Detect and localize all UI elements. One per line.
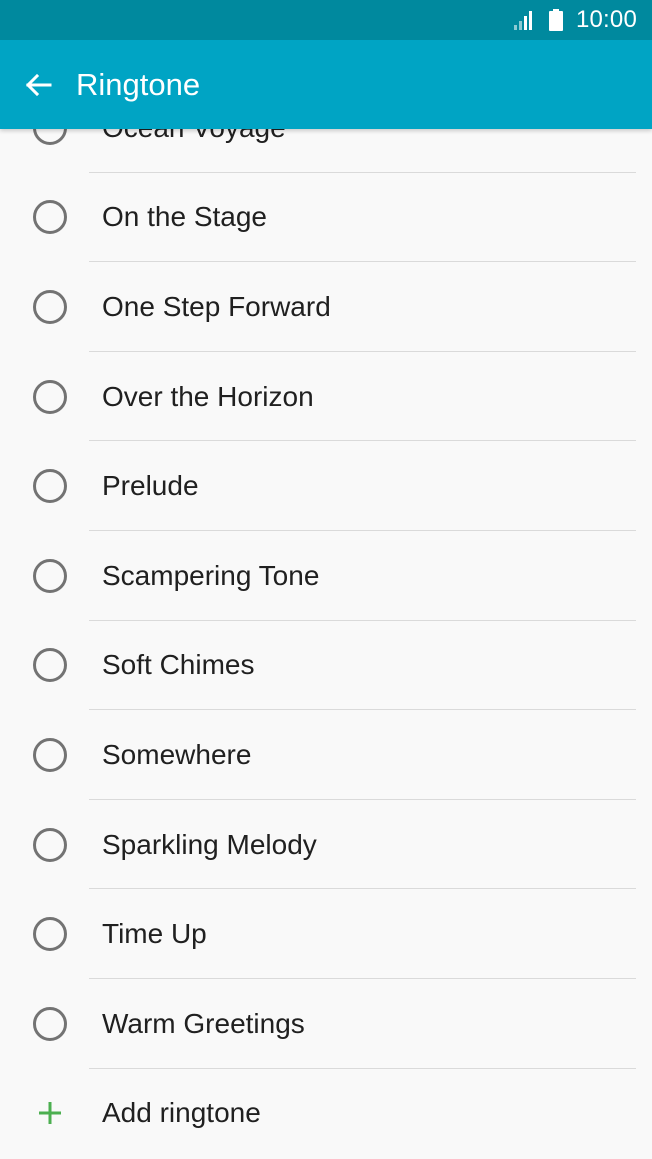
radio-button[interactable] [33,200,67,235]
ringtone-item[interactable]: Scampering Tone [0,531,652,621]
ringtone-item[interactable]: Sparkling Melody [0,800,652,890]
ringtone-label: Over the Horizon [102,380,314,412]
signal-icon [513,11,532,30]
ringtone-item[interactable]: Warm Greetings [0,979,652,1069]
back-button[interactable] [0,40,76,129]
ringtone-label: Prelude [102,470,199,502]
radio-button[interactable] [33,1006,67,1041]
radio-button[interactable] [33,289,67,324]
ringtone-item[interactable]: One Step Forward [0,262,652,352]
ringtone-label: Soft Chimes [102,649,255,681]
radio-button[interactable] [33,827,67,862]
status-time: 10:00 [575,6,637,33]
page-title: Ringtone [76,66,201,102]
radio-button[interactable] [33,917,67,952]
ringtone-item[interactable]: Ocean Voyage [0,129,652,173]
ringtone-item[interactable]: Somewhere [0,710,652,800]
ringtone-label: Sparkling Melody [102,828,317,860]
add-ringtone-label: Add ringtone [102,1097,261,1129]
radio-button[interactable] [33,558,67,593]
ringtone-label: On the Stage [102,201,268,233]
radio-button[interactable] [33,737,67,772]
ringtone-label: Warm Greetings [102,1007,305,1039]
radio-button[interactable] [33,469,67,504]
ringtone-item[interactable]: Time Up [0,889,652,979]
ringtone-item[interactable]: On the Stage [0,173,652,263]
radio-button[interactable] [33,129,67,145]
ringtone-label: Ocean Voyage [102,129,286,144]
ringtone-item[interactable]: Soft Chimes [0,621,652,711]
ringtone-label: Somewhere [102,738,252,770]
arrow-left-icon [25,73,51,96]
add-ringtone-button[interactable]: Add ringtone [0,1069,652,1159]
plus-icon [39,1102,61,1125]
ringtone-list[interactable]: Ocean Voyage On the Stage One Step Forwa… [0,129,652,1159]
battery-icon [548,9,563,31]
status-bar: 10:00 [0,0,652,40]
ringtone-item[interactable]: Over the Horizon [0,352,652,442]
ringtone-label: Scampering Tone [102,559,320,591]
ringtone-item[interactable]: Prelude [0,441,652,531]
ringtone-label: One Step Forward [102,290,331,322]
radio-button[interactable] [33,379,67,414]
radio-button[interactable] [33,648,67,683]
ringtone-label: Time Up [102,918,207,950]
app-bar: Ringtone [0,40,652,129]
